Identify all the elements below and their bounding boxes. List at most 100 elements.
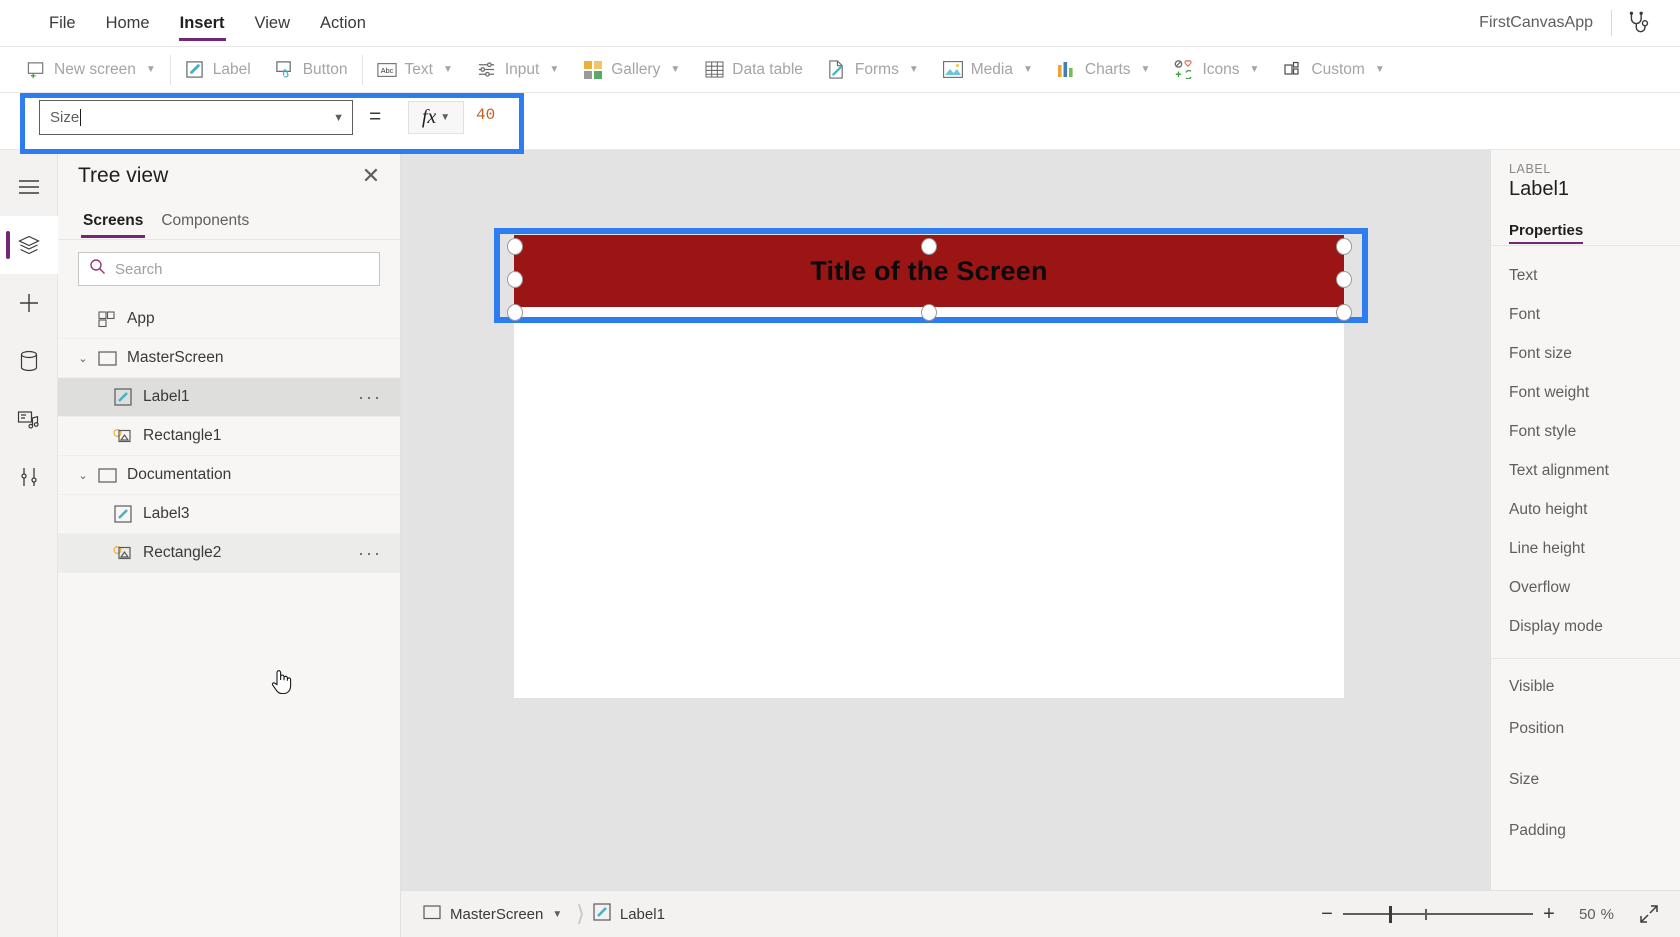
zoom-controls: − + 50 % (1311, 897, 1680, 931)
zoom-in-button[interactable]: + (1533, 898, 1565, 930)
ribbon-item-label: Gallery (611, 60, 661, 78)
ribbon-item-label: Label (212, 60, 251, 78)
chevron-down-icon[interactable]: ⌄ (72, 469, 94, 482)
label1-text: Title of the Screen (810, 255, 1048, 286)
breadcrumb-separator-icon: ⟩ (576, 901, 585, 926)
tree-node-label1[interactable]: Label1 ··· (58, 378, 400, 417)
tab-properties[interactable]: Properties (1509, 215, 1584, 245)
resize-handle-top-left[interactable] (507, 238, 523, 255)
search-input[interactable] (115, 260, 369, 278)
property-row-font-style[interactable]: Font style (1491, 412, 1680, 451)
menu-item-insert[interactable]: Insert (165, 0, 240, 47)
advanced-tools-icon[interactable] (0, 448, 58, 506)
ribbon-data-table-button[interactable]: Data table (692, 47, 815, 93)
menu-item-home[interactable]: Home (91, 0, 165, 47)
resize-handle-top-right[interactable] (1336, 238, 1352, 255)
breadcrumb-label1[interactable]: Label1 (593, 903, 671, 925)
rectangle-icon (110, 427, 136, 445)
property-row-text-alignment[interactable]: Text alignment (1491, 451, 1680, 490)
control-name-label: Label1 (1509, 178, 1570, 200)
tree-node-documentation[interactable]: ⌄ Documentation (58, 456, 400, 495)
ribbon-input-button[interactable]: Input ▼ (465, 47, 571, 93)
fx-icon: fx (421, 106, 437, 128)
tree-node-rectangle2[interactable]: Rectangle2 ··· (58, 534, 400, 573)
node-more-options-icon[interactable]: ··· (358, 387, 400, 408)
data-icon[interactable] (0, 332, 58, 390)
ribbon-media-button[interactable]: Media ▼ (931, 47, 1045, 93)
zoom-slider-thumb[interactable] (1388, 906, 1392, 923)
ribbon-item-label: Icons (1202, 60, 1240, 78)
property-row-overflow[interactable]: Overflow (1491, 568, 1680, 607)
ribbon-icons-button[interactable]: Icons ▼ (1162, 47, 1271, 93)
stethoscope-icon[interactable] (1612, 0, 1666, 47)
menu-item-view[interactable]: View (240, 0, 305, 47)
ribbon-charts-button[interactable]: Charts ▼ (1045, 47, 1163, 93)
property-row-text[interactable]: Text (1491, 256, 1680, 295)
property-row-font-size[interactable]: Font size (1491, 334, 1680, 373)
search-wrapper (58, 240, 400, 296)
resize-handle-middle-left[interactable] (507, 271, 523, 288)
tree-node-label: Label1 (143, 388, 190, 405)
formula-input[interactable]: 40 (476, 106, 495, 124)
tree-node-masterscreen[interactable]: ⌄ MasterScreen (58, 339, 400, 378)
property-row-auto-height[interactable]: Auto height (1491, 490, 1680, 529)
breadcrumb-masterscreen[interactable]: MasterScreen ▼ (401, 904, 568, 924)
tree-node-label3[interactable]: Label3 (58, 495, 400, 534)
ribbon-text-button[interactable]: Abc Text ▼ (365, 47, 465, 93)
property-row-line-height[interactable]: Line height (1491, 529, 1680, 568)
zoom-level-unit: % (1600, 905, 1614, 923)
insert-icon[interactable] (0, 274, 58, 332)
property-row-font-weight[interactable]: Font weight (1491, 373, 1680, 412)
property-row-position[interactable]: Position (1491, 706, 1680, 752)
app-name: FirstCanvasApp (1479, 14, 1593, 31)
svg-text:Abc: Abc (380, 66, 393, 75)
ribbon-gallery-button[interactable]: Gallery ▼ (571, 47, 692, 93)
zoom-slider[interactable] (1342, 898, 1533, 930)
resize-handle-bottom-right[interactable] (1336, 304, 1352, 321)
property-row-size[interactable]: Size (1491, 752, 1680, 808)
custom-icon (1283, 60, 1303, 80)
menu-item-label: Insert (179, 13, 225, 32)
zoom-out-button[interactable]: − (1311, 898, 1343, 930)
properties-panel-tabs: Properties (1491, 201, 1680, 246)
chevron-down-icon[interactable]: ⌄ (72, 352, 94, 365)
tree-node-app[interactable]: App (58, 300, 400, 339)
property-row-font[interactable]: Font (1491, 295, 1680, 334)
node-more-options-icon[interactable]: ··· (358, 543, 400, 564)
fit-screen-icon[interactable] (1632, 897, 1666, 931)
canvas-area[interactable]: Title of the Screen (401, 150, 1490, 890)
hamburger-icon[interactable] (0, 158, 58, 216)
ribbon-item-label: Input (504, 60, 540, 78)
tab-screens[interactable]: Screens (78, 202, 148, 240)
power-apps-studio: File Home Insert View Action FirstCanvas… (0, 0, 1680, 937)
ribbon-button-button[interactable]: Button (263, 47, 360, 93)
ribbon-custom-button[interactable]: Custom ▼ (1271, 47, 1396, 93)
property-dropdown[interactable]: Size ▼ (39, 100, 353, 135)
chevron-down-icon: ▼ (1374, 64, 1385, 75)
media-icon[interactable] (0, 390, 58, 448)
property-row-visible[interactable]: Visible (1491, 667, 1680, 706)
chevron-down-icon: ▼ (908, 64, 919, 75)
ribbon-forms-button[interactable]: Forms ▼ (815, 47, 931, 93)
resize-handle-bottom-center[interactable] (921, 304, 937, 321)
menu-item-label: Home (105, 13, 150, 32)
search-box[interactable] (78, 252, 380, 286)
resize-handle-top-center[interactable] (921, 238, 937, 255)
resize-handle-bottom-left[interactable] (507, 304, 523, 321)
tab-components[interactable]: Components (156, 202, 254, 240)
app-icon (94, 310, 120, 328)
tree-node-rectangle1[interactable]: Rectangle1 (58, 417, 400, 456)
property-row-padding[interactable]: Padding (1491, 808, 1680, 854)
close-icon[interactable]: ✕ (356, 161, 386, 191)
fx-button[interactable]: fx ▼ (408, 101, 464, 134)
ribbon-new-screen-button[interactable]: New screen ▼ (0, 47, 168, 93)
menu-item-file[interactable]: File (34, 0, 91, 47)
resize-handle-middle-right[interactable] (1336, 271, 1352, 288)
ribbon-group-screens: New screen ▼ (0, 47, 168, 93)
properties-rows-group-1: Text Font Font size Font weight Font sty… (1491, 246, 1680, 646)
property-row-display-mode[interactable]: Display mode (1491, 607, 1680, 646)
chevron-down-icon[interactable]: ▼ (552, 909, 562, 920)
tree-view-icon[interactable] (0, 216, 58, 274)
ribbon-label-button[interactable]: Label (173, 47, 263, 93)
menu-item-action[interactable]: Action (305, 0, 381, 47)
